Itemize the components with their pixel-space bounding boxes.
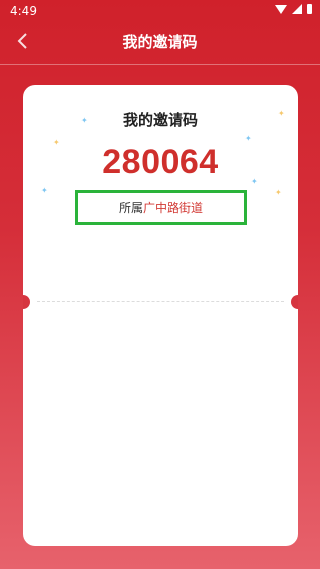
affiliation-label: 所属	[118, 201, 143, 215]
invite-card: ✦ ✦ ✦ ✦ ✦ ✦ ✦ 我的邀请码 280064 所属 广中路街道	[23, 85, 298, 546]
status-bar: 4:49	[0, 0, 320, 22]
sparkle-icon: ✦	[245, 134, 252, 143]
status-time: 4:49	[10, 4, 37, 18]
card-notch-left	[23, 295, 30, 309]
dashed-divider	[37, 301, 284, 302]
card-notch-right	[291, 295, 298, 309]
status-icons	[275, 4, 312, 14]
sparkle-icon: ✦	[275, 188, 282, 197]
affiliation-value: 广中路街道	[143, 201, 204, 215]
invite-code: 280064	[102, 143, 219, 181]
page-title: 我的邀请码	[122, 33, 198, 51]
nav-divider	[0, 64, 320, 65]
sparkle-icon: ✦	[41, 186, 48, 195]
battery-icon	[307, 4, 312, 14]
wifi-icon	[275, 4, 287, 14]
signal-icon	[292, 4, 302, 14]
nav-bar: 我的邀请码	[0, 22, 320, 62]
card-title: 我的邀请码	[122, 111, 198, 129]
affiliation-box: 所属 广中路街道	[75, 190, 247, 225]
